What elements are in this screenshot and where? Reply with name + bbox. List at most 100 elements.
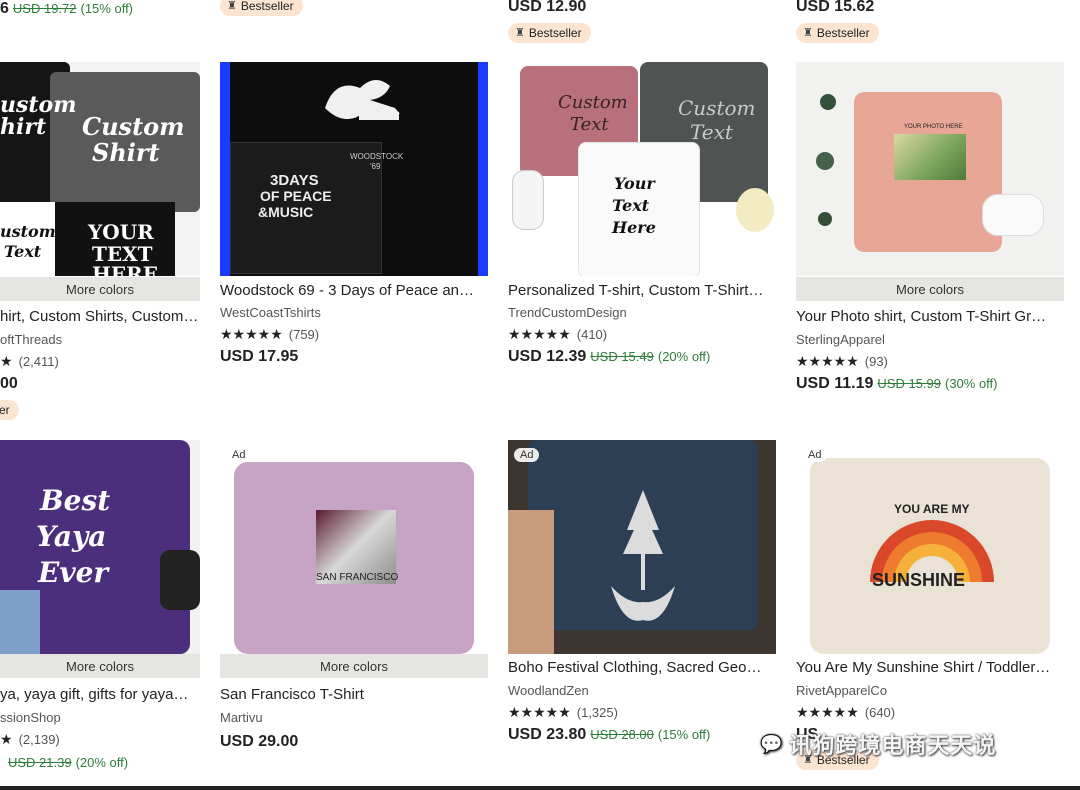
star-icon: ★ — [0, 353, 13, 369]
listing-title[interactable]: Your Photo shirt, Custom T-Shirt Gr… — [796, 308, 1064, 325]
listing-title[interactable]: Boho Festival Clothing, Sacred Geo… — [508, 659, 776, 676]
price-line: USD 12.39 USD 15.49 (20% off) — [508, 348, 710, 366]
price-line: USD 23.80 USD 28.00 (15% off) — [508, 726, 710, 744]
listing-image[interactable]: ustom hirt Custom Shirt ustom Text YOUR … — [0, 62, 200, 276]
sneaker-shape — [512, 170, 544, 230]
shirt-text: Ever — [38, 556, 109, 589]
shirt-text: HERE — [92, 262, 159, 276]
bottom-edge-bar — [0, 786, 1080, 790]
star-rating-icon: ★★★★★ — [508, 704, 571, 720]
price: USD 17.95 — [220, 348, 299, 365]
price-partial: 00 — [0, 375, 18, 392]
shirt-text: SUNSHINE — [872, 570, 966, 590]
listing-image[interactable] — [508, 440, 776, 654]
listing-image[interactable]: SAN FRANCISCO — [220, 440, 488, 654]
shop-name[interactable]: RivetApparelCo — [796, 683, 887, 698]
shirt-text: Custom — [558, 92, 628, 113]
bestseller-badge: ♜ Bestseller — [508, 23, 591, 43]
shop-name[interactable]: WoodlandZen — [508, 683, 589, 698]
plant-shape — [816, 152, 834, 170]
award-icon: ♜ — [803, 27, 813, 39]
rating: ★★★★★ (759) — [220, 326, 320, 342]
listing-image[interactable]: Custom Text Custom Text Your Text Here — [508, 62, 776, 276]
discount: (15% off) — [80, 1, 134, 16]
star-rating-icon: ★★★★★ — [220, 326, 283, 342]
listing-title[interactable]: Personalized T-shirt, Custom T-Shirt… — [508, 282, 776, 299]
listing-image[interactable]: Best Yaya Ever — [0, 440, 200, 654]
discount: (20% off) — [657, 349, 711, 364]
discount: (15% off) — [657, 727, 711, 742]
price-line: USD 11.19 USD 15.99 (30% off) — [796, 375, 998, 393]
shirt-text: WOODSTOCK — [350, 152, 404, 161]
shirt-text: 3DAYS — [270, 172, 319, 189]
more-colors-bar[interactable]: More colors — [220, 654, 488, 678]
plant-shape — [820, 94, 836, 110]
rating: ★ (2,411) — [0, 353, 59, 369]
shirt-text: YOUR — [88, 220, 154, 244]
shop-name[interactable]: oftThreads — [0, 332, 200, 347]
price-partial: 6 — [0, 0, 9, 17]
price: USD 29.00 — [220, 733, 299, 750]
top-col3-price: USD 12.90 — [508, 0, 587, 15]
listing-image[interactable]: 3DAYS OF PEACE &MUSIC WOODSTOCK '69 — [220, 62, 488, 276]
listing-title[interactable]: hirt, Custom Shirts, Custom… — [0, 308, 200, 325]
rating: ★★★★★ (410) — [508, 326, 608, 342]
listing-image[interactable]: YOUR PHOTO HERE — [796, 62, 1064, 276]
denim-shape — [0, 590, 40, 654]
ad-label: Ad — [802, 448, 828, 462]
shirt-text: &MUSIC — [258, 204, 314, 220]
more-colors-bar[interactable]: More colors — [796, 277, 1064, 301]
star-rating-icon: ★★★★★ — [796, 353, 859, 369]
rating: ★★★★★ (93) — [796, 353, 888, 369]
more-colors-bar[interactable]: More colors — [0, 654, 200, 678]
price: USD 11.19 — [796, 375, 874, 392]
shirt-text: SAN FRANCISCO — [316, 572, 399, 583]
listing-title[interactable]: Woodstock 69 - 3 Days of Peace an… — [220, 282, 488, 299]
shirt-text: Text — [612, 196, 650, 215]
shirt-text: Custom — [82, 112, 185, 141]
shirt-text: YOU ARE MY — [894, 502, 970, 516]
shirt-text: Text — [4, 242, 42, 261]
bestseller-badge: ♜ Bestseller — [220, 0, 303, 16]
dove-guitar-logo — [315, 68, 405, 138]
star-rating-icon: ★★★★★ — [796, 704, 859, 720]
flower-shape — [736, 188, 774, 232]
shirt-text: Text — [570, 114, 609, 135]
shop-name[interactable]: TrendCustomDesign — [508, 305, 627, 320]
listing-title[interactable]: You Are My Sunshine Shirt / Toddler… — [796, 659, 1064, 676]
original-price: USD 28.00 — [590, 727, 654, 742]
watermark: 💬 讯狗跨境电商天天说 — [760, 733, 997, 758]
listing-title[interactable]: ya, yaya gift, gifts for yaya… — [0, 686, 200, 703]
listing-title[interactable]: San Francisco T-Shirt — [220, 686, 488, 703]
bestseller-badge: ♜ Bestseller — [796, 23, 879, 43]
rating: ★★★★★ (640) — [796, 704, 896, 720]
shirt-text: ustom — [0, 222, 56, 241]
shirt-text: Your — [614, 174, 655, 193]
shop-name[interactable]: WestCoastTshirts — [220, 305, 321, 320]
shirt-text: hirt — [0, 114, 47, 140]
skin-arm-shape — [508, 510, 554, 654]
star-rating-icon: ★★★★★ — [508, 326, 571, 342]
shop-name[interactable]: SterlingApparel — [796, 332, 885, 347]
listing-image[interactable]: YOU ARE MY SUNSHINE — [796, 440, 1064, 654]
top-col1-price-line: 6 USD 19.72 (15% off) — [0, 0, 133, 18]
sneaker-shape — [982, 194, 1044, 236]
shop-name[interactable]: ssionShop — [0, 710, 61, 725]
price: USD 23.80 — [508, 726, 587, 743]
wechat-icon: 💬 — [760, 733, 784, 754]
original-price: USD 15.99 — [877, 376, 941, 391]
shop-name[interactable]: Martivu — [220, 710, 263, 725]
discount: (30% off) — [944, 376, 998, 391]
more-colors-bar[interactable]: More colors — [0, 277, 200, 301]
discount: (20% off) — [75, 755, 129, 770]
sneaker-shape — [160, 550, 200, 610]
top-col4-price: USD 15.62 — [796, 0, 875, 15]
award-icon: ♜ — [227, 0, 237, 12]
photo-print — [894, 134, 966, 180]
price-line: USD 21.39 (20% off) — [0, 755, 128, 770]
original-price: USD 19.72 — [12, 1, 77, 16]
shirt-text: Yaya — [36, 520, 107, 553]
price: USD 12.39 — [508, 348, 587, 365]
original-price: USD 21.39 — [8, 755, 72, 770]
shirt-text: Shirt — [92, 138, 160, 167]
